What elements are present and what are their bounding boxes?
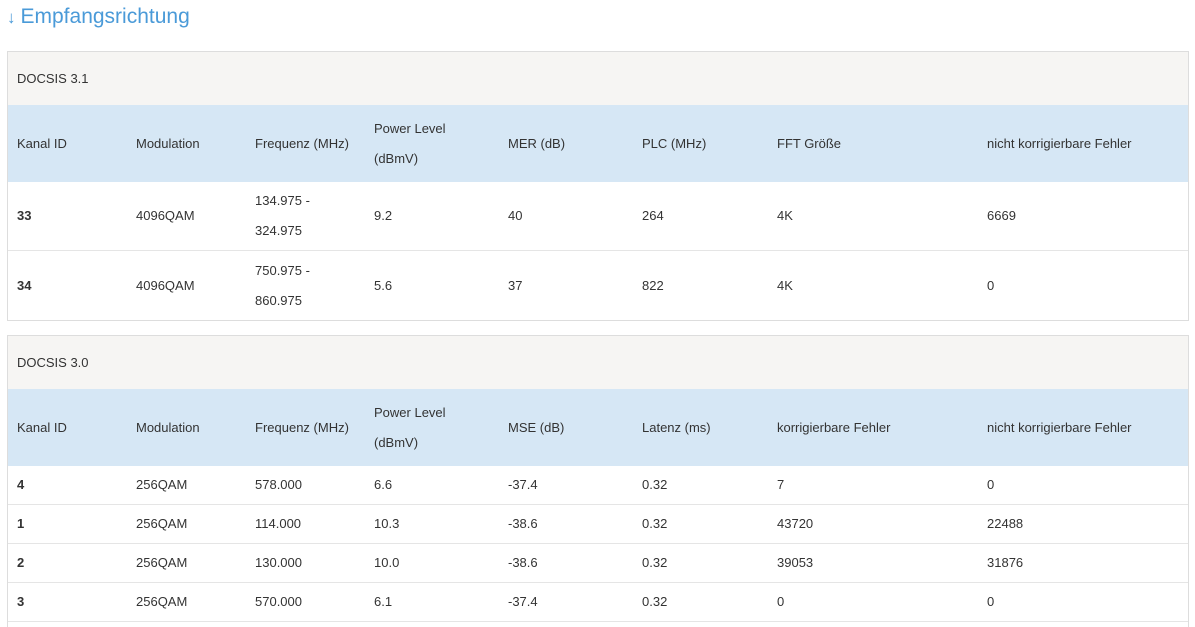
docsis30-header-row: Kanal ID Modulation Frequenz (MHz) Power… [8,389,1188,466]
column-header-kanal-id: Kanal ID [17,135,67,151]
frequenz: 130.000 [255,555,302,570]
column-header-frequenz: Frequenz (MHz) [255,419,349,435]
column-header-power-level: Power Level (dBmV) [365,114,499,174]
column-header-frequenz: Frequenz (MHz) [255,135,349,151]
table-row: 3 256QAM 570.000 6.1 -37.4 0.32 0 0 [8,583,1188,622]
section-heading[interactable]: ↓ Empfangsrichtung [7,4,190,30]
fft: 4K [777,208,793,223]
column-header-mer: MER (dB) [508,135,566,151]
column-header-korrigierbar: korrigierbare Fehler [777,419,891,435]
power-level: 5.6 [374,277,393,293]
docsis31-header-row: Kanal ID Modulation Frequenz (MHz) Power… [8,105,1188,182]
power-level: 10.3 [374,516,400,531]
frequenz-start: 750.975 - [255,262,310,278]
column-header-plc: PLC (MHz) [642,135,707,151]
power-level: 9.2 [374,208,393,223]
table-row: 34 4096QAM 750.975 - 860.975 5.6 37 822 … [8,251,1188,320]
latenz: 0.32 [642,516,668,531]
mse: -38.6 [508,555,538,570]
mer: 40 [508,208,523,223]
power-level: 6.6 [374,477,393,492]
column-header-power-level: Power Level (dBmV) [365,398,499,458]
modulation: 4096QAM [136,277,195,293]
nicht-korrigierbar: 6669 [987,208,1016,223]
column-header-nicht-korrigierbar: nicht korrigierbare Fehler [987,419,1132,435]
nicht-korrigierbar: 0 [987,277,995,293]
modulation: 4096QAM [136,208,195,223]
frequenz: 750.975 - 860.975 [246,256,365,316]
nicht-korrigierbar: 0 [987,477,995,492]
latenz: 0.32 [642,477,668,492]
latenz: 0.32 [642,594,668,609]
modulation: 256QAM [136,555,188,570]
fft: 4K [777,277,793,293]
kanal-id: 33 [17,208,32,223]
plc: 264 [642,208,664,223]
frequenz: 114.000 [255,516,302,531]
docsis30-panel: DOCSIS 3.0 Kanal ID Modulation Frequenz … [7,335,1189,627]
korrigierbar: 43720 [777,516,814,531]
kanal-id: 3 [17,594,25,609]
mse: -37.4 [508,594,538,609]
nicht-korrigierbar: 22488 [987,516,1024,531]
column-header-modulation: Modulation [136,135,200,151]
mse: -37.4 [508,477,538,492]
power-level: 10.0 [374,555,400,570]
power-level-unit: (dBmV) [374,150,419,166]
frequenz: 134.975 - 324.975 [246,186,365,246]
frequenz-end: 860.975 [255,292,302,308]
latenz: 0.32 [642,555,668,570]
column-header-nicht-korrigierbar: nicht korrigierbare Fehler [987,135,1132,151]
section-title: Empfangsrichtung [20,5,190,28]
power-level-label: Power Level [374,120,446,136]
kanal-id: 4 [17,477,25,492]
frequenz: 578.000 [255,477,302,492]
kanal-id: 34 [17,277,32,293]
docsis30-title: DOCSIS 3.0 [8,336,1188,389]
korrigierbar: 0 [777,594,785,609]
mse: -38.6 [508,516,538,531]
modulation: 256QAM [136,516,188,531]
korrigierbar: 7 [777,477,785,492]
column-header-latenz: Latenz (ms) [642,419,711,435]
docsis31-panel: DOCSIS 3.1 Kanal ID Modulation Frequenz … [7,51,1189,321]
nicht-korrigierbar: 31876 [987,555,1024,570]
power-level-label: Power Level [374,404,446,420]
column-header-kanal-id: Kanal ID [17,419,67,435]
column-header-modulation: Modulation [136,419,200,435]
nicht-korrigierbar: 0 [987,594,995,609]
power-level-unit: (dBmV) [374,434,419,450]
column-header-mse: MSE (dB) [508,419,565,435]
column-header-fft: FFT Größe [777,135,842,151]
table-row: 33 4096QAM 134.975 - 324.975 9.2 40 264 … [8,182,1188,251]
kanal-id: 2 [17,555,25,570]
docsis31-title: DOCSIS 3.1 [8,52,1188,105]
power-level: 6.1 [374,594,393,609]
table-row: 2 256QAM 130.000 10.0 -38.6 0.32 39053 3… [8,544,1188,583]
arrow-down-icon: ↓ [7,8,16,27]
plc: 822 [642,277,664,293]
kanal-id: 1 [17,516,25,531]
frequenz: 570.000 [255,594,302,609]
page: ↓ Empfangsrichtung DOCSIS 3.1 Kanal ID M… [0,0,1195,627]
table-row: 4 256QAM 578.000 6.6 -37.4 0.32 7 0 [8,466,1188,505]
mer: 37 [508,277,523,293]
modulation: 256QAM [136,477,188,492]
frequenz-start: 134.975 - [255,193,310,208]
korrigierbar: 39053 [777,555,814,570]
frequenz-end: 324.975 [255,223,302,238]
modulation: 256QAM [136,594,188,609]
table-row: 1 256QAM 114.000 10.3 -38.6 0.32 43720 2… [8,505,1188,544]
